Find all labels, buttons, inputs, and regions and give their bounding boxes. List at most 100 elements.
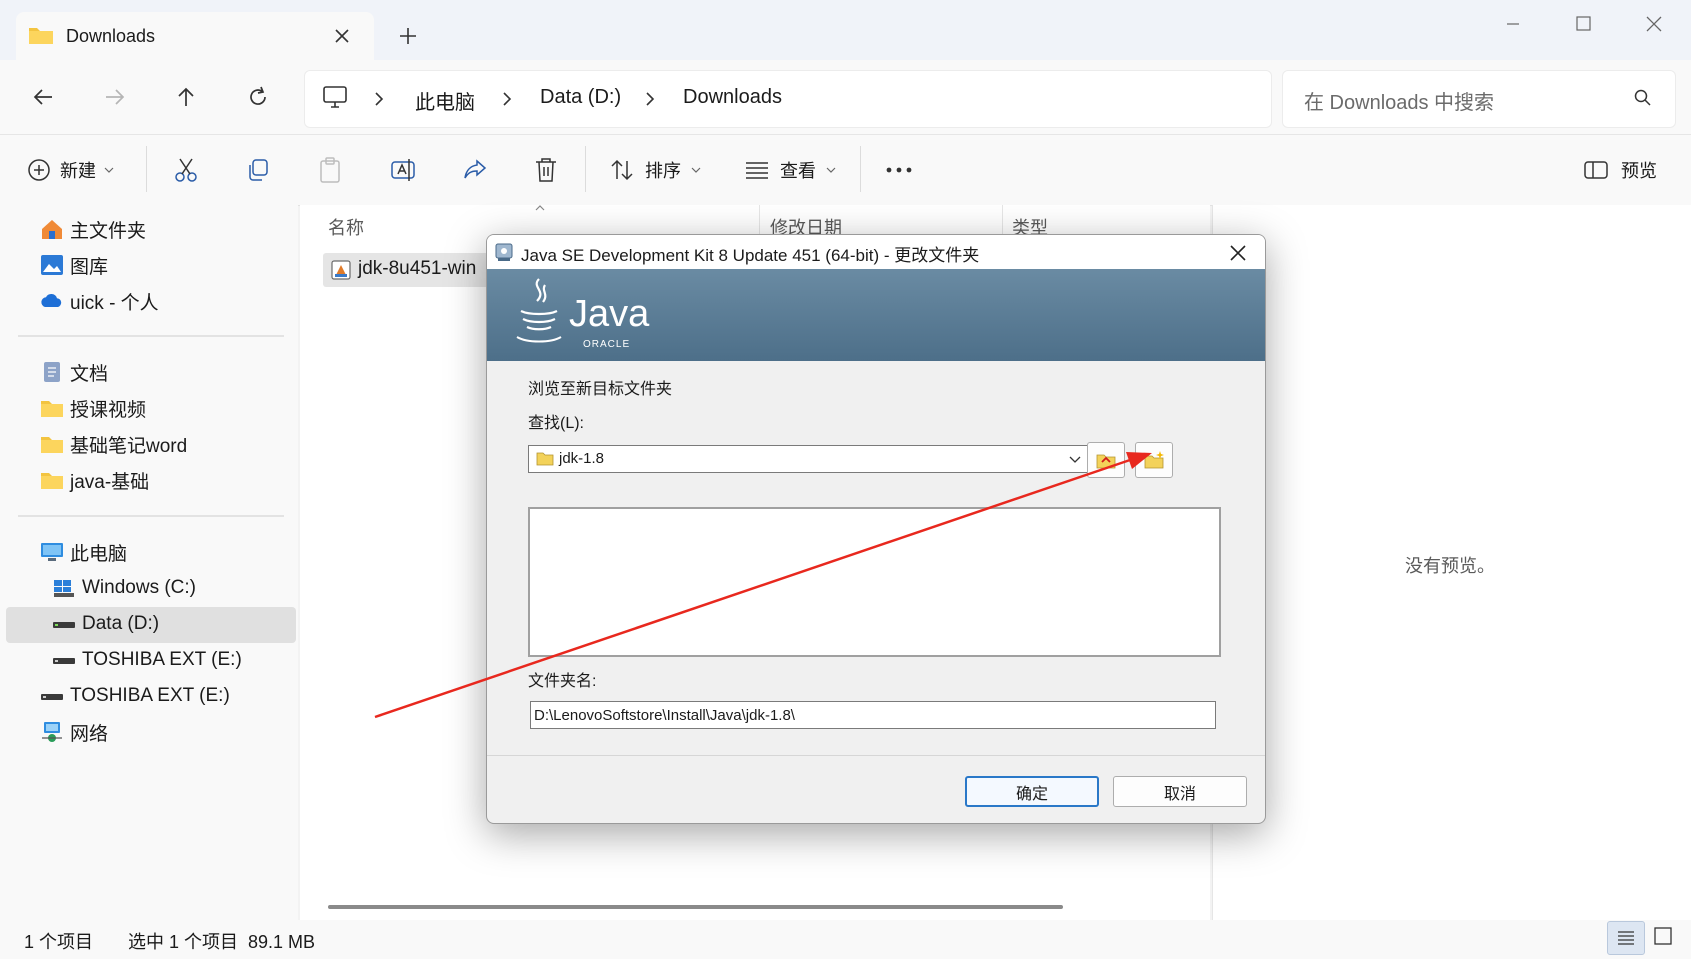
chevron-down-icon: [691, 166, 701, 174]
folder-tree-list[interactable]: [528, 507, 1221, 657]
oracle-logo-text: ORACLE: [583, 339, 631, 350]
view-button[interactable]: 查看: [744, 154, 836, 186]
details-view-icon: [1618, 931, 1634, 945]
up-one-level-button[interactable]: [1087, 442, 1125, 478]
tiles-view-icon[interactable]: [1652, 925, 1674, 947]
java-banner: Java ORACLE: [487, 269, 1265, 361]
minimize-icon[interactable]: [1493, 12, 1533, 36]
sidebar-item-network[interactable]: 网络: [40, 716, 108, 748]
column-separator[interactable]: [759, 205, 760, 235]
forward-arrow-icon[interactable]: [102, 84, 128, 110]
sidebar-item-folder[interactable]: 基础笔记word: [40, 428, 187, 460]
chevron-down-icon: [826, 166, 836, 174]
paste-button[interactable]: [317, 154, 343, 186]
up-arrow-icon[interactable]: [173, 84, 199, 110]
dialog-close-icon[interactable]: [1227, 242, 1249, 264]
browse-label: 浏览至新目标文件夹: [528, 381, 673, 398]
tab-downloads[interactable]: Downloads: [16, 12, 374, 60]
search-placeholder: 在 Downloads 中搜索: [1304, 92, 1495, 114]
sidebar-item-drive-d[interactable]: Data (D:): [52, 608, 159, 640]
close-window-icon[interactable]: [1634, 12, 1674, 36]
sidebar-item-label: 基础笔记word: [70, 435, 188, 457]
sidebar-item-documents[interactable]: 文档: [40, 356, 108, 388]
sidebar-item-label: 图库: [70, 256, 109, 278]
breadcrumb-downloads[interactable]: Downloads: [683, 86, 782, 109]
chevron-right-icon[interactable]: [370, 88, 388, 110]
no-preview-text: 没有预览。: [1405, 556, 1495, 576]
sidebar-item-gallery[interactable]: 图库: [40, 249, 108, 281]
cancel-button[interactable]: 取消: [1113, 776, 1247, 807]
copy-button[interactable]: [245, 154, 271, 186]
new-folder-button[interactable]: [1135, 442, 1173, 478]
details-view-button[interactable]: [1607, 921, 1645, 955]
dialog-separator: [487, 755, 1265, 756]
refresh-icon[interactable]: [245, 84, 271, 110]
share-icon: [461, 157, 489, 183]
change-folder-dialog: Java SE Development Kit 8 Update 451 (64…: [486, 234, 1266, 824]
new-button[interactable]: 新建: [26, 154, 114, 186]
lookin-value: jdk-1.8: [559, 450, 605, 467]
sidebar-item-label: Windows (C:): [82, 577, 197, 598]
add-circle-icon: [26, 157, 52, 183]
sidebar-item-folder[interactable]: 授课视频: [40, 392, 146, 424]
sort-ascending-icon: [534, 204, 546, 212]
search-icon[interactable]: [1633, 88, 1653, 108]
sidebar-item-home[interactable]: 主文件夹: [40, 213, 146, 245]
delete-button[interactable]: [533, 154, 559, 186]
close-tab-icon[interactable]: [330, 24, 354, 48]
column-separator[interactable]: [1002, 205, 1003, 235]
breadcrumb-this-pc[interactable]: 此电脑: [415, 86, 475, 115]
chevron-right-icon[interactable]: [498, 88, 516, 110]
folder-icon: [40, 397, 64, 419]
foldername-input[interactable]: D:\LenovoSoftstore\Install\Java\jdk-1.8\: [530, 701, 1216, 729]
sidebar-item-label: 文档: [70, 363, 109, 385]
status-item-count: 1 个项目: [24, 932, 94, 952]
sidebar-item-label: TOSHIBA EXT (E:): [82, 649, 242, 670]
cut-button[interactable]: [173, 154, 199, 186]
folder-icon: [40, 433, 64, 455]
sidebar-item-onedrive[interactable]: uick - 个人: [40, 285, 159, 317]
sidebar-item-external-drive[interactable]: TOSHIBA EXT (E:): [40, 680, 230, 712]
java-logo-text: Java: [569, 293, 650, 335]
rename-icon: [389, 156, 417, 184]
sidebar-item-this-pc[interactable]: 此电脑: [40, 536, 127, 568]
home-icon: [40, 218, 64, 240]
sort-button[interactable]: 排序: [609, 154, 701, 186]
copy-icon: [245, 157, 271, 183]
installer-app-icon: [493, 241, 515, 263]
chevron-right-icon[interactable]: [641, 88, 659, 110]
drive-icon: [52, 649, 76, 671]
lookin-dropdown[interactable]: jdk-1.8: [528, 445, 1092, 473]
breadcrumb-data-drive[interactable]: Data (D:): [540, 86, 621, 109]
share-button[interactable]: [461, 154, 489, 186]
maximize-icon[interactable]: [1563, 12, 1603, 36]
column-header-name[interactable]: 名称: [328, 214, 364, 240]
gallery-icon: [40, 254, 64, 276]
file-name[interactable]: jdk-8u451-win: [358, 258, 476, 280]
sidebar-item-label: TOSHIBA EXT (E:): [70, 685, 230, 706]
network-icon: [40, 721, 64, 743]
horizontal-scrollbar[interactable]: [328, 905, 1063, 909]
chevron-down-icon: [104, 166, 114, 174]
drive-icon: [52, 613, 76, 635]
sort-label: 排序: [645, 161, 681, 181]
status-selection: 选中 1 个项目 89.1 MB: [128, 932, 316, 952]
back-arrow-icon[interactable]: [30, 84, 56, 110]
command-separator: [860, 146, 861, 192]
folder-icon: [40, 469, 64, 491]
new-tab-icon[interactable]: [396, 24, 420, 48]
sidebar-item-folder[interactable]: java-基础: [40, 464, 149, 496]
new-label: 新建: [60, 161, 96, 181]
sidebar-item-drive-c[interactable]: Windows (C:): [52, 572, 196, 604]
sidebar-item-drive-e[interactable]: TOSHIBA EXT (E:): [52, 644, 242, 676]
rename-button[interactable]: [389, 154, 417, 186]
command-separator: [146, 146, 147, 192]
chevron-down-icon[interactable]: [1069, 454, 1081, 464]
sidebar-divider: [18, 335, 284, 337]
ok-button[interactable]: 确定: [965, 776, 1099, 807]
sidebar-item-label: uick - 个人: [70, 292, 159, 314]
computer-icon[interactable]: [322, 84, 348, 110]
preview-pane-button[interactable]: 预览: [1583, 154, 1657, 186]
tab-title: Downloads: [66, 26, 156, 46]
more-options-icon[interactable]: [885, 154, 913, 186]
